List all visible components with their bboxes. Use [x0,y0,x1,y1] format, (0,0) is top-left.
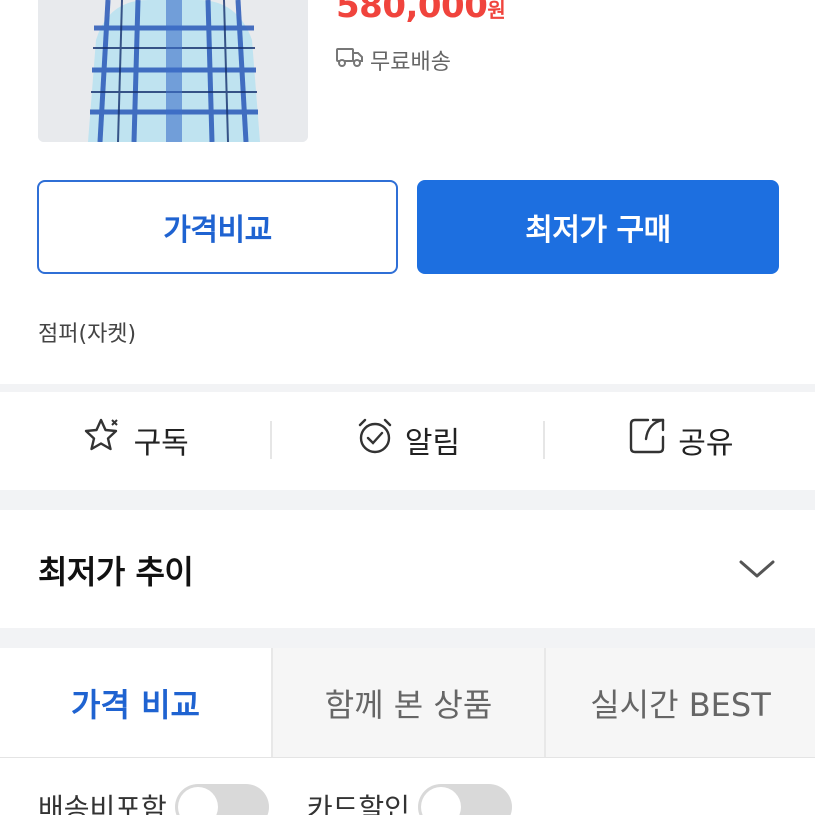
toggle-knob [420,787,461,815]
action-bar: 구독 알림 공유 [0,392,815,488]
alarm-label: 알림 [404,426,461,461]
tab-bar: 가격 비교 함께 본 상품 실시간 BEST [0,648,815,758]
shipping-included-label: 배송비포함 [38,792,167,815]
section-divider [0,628,815,648]
tab-price-compare[interactable]: 가격 비교 [0,648,271,757]
toggle-knob [177,787,218,815]
product-image[interactable] [38,0,308,142]
chevron-down-icon[interactable] [737,556,777,584]
price-compare-button[interactable]: 가격비교 [37,180,398,274]
card-discount-filter[interactable]: 카드할인 [307,784,512,815]
product-category: 점퍼(자켓) [38,322,137,347]
price-unit: 원 [487,0,506,22]
section-divider [0,490,815,510]
subscribe-label: 구독 [133,426,189,461]
share-label: 공유 [678,426,734,461]
shipping-included-toggle[interactable] [174,784,269,815]
filter-row: 배송비포함 카드할인 [38,784,512,815]
lowest-price-buy-button[interactable]: 최저가 구매 [417,180,779,274]
price-trend-title: 최저가 추이 [38,553,194,591]
shipping-included-filter[interactable]: 배송비포함 [38,784,269,815]
alarm-button[interactable]: 알림 [272,392,542,488]
card-discount-label: 카드할인 [306,792,410,815]
subscribe-button[interactable]: 구독 [0,392,270,488]
shipping-info: 무료배송 [336,44,451,76]
share-button[interactable]: 공유 [545,392,815,488]
alarm-clock-icon [355,416,395,464]
delivery-truck-icon [336,46,364,74]
tab-realtime-best[interactable]: 실시간 BEST [544,648,815,757]
share-icon [626,415,668,465]
star-icon [82,416,124,464]
shipping-label: 무료배송 [370,50,451,75]
product-price: 580,000원 [336,0,506,26]
price-trend-header[interactable]: 최저가 추이 [0,512,815,628]
section-divider [0,384,815,392]
price-value: 580,000 [336,0,488,26]
card-discount-toggle[interactable] [417,784,512,815]
tab-viewed-together[interactable]: 함께 본 상품 [271,648,544,757]
